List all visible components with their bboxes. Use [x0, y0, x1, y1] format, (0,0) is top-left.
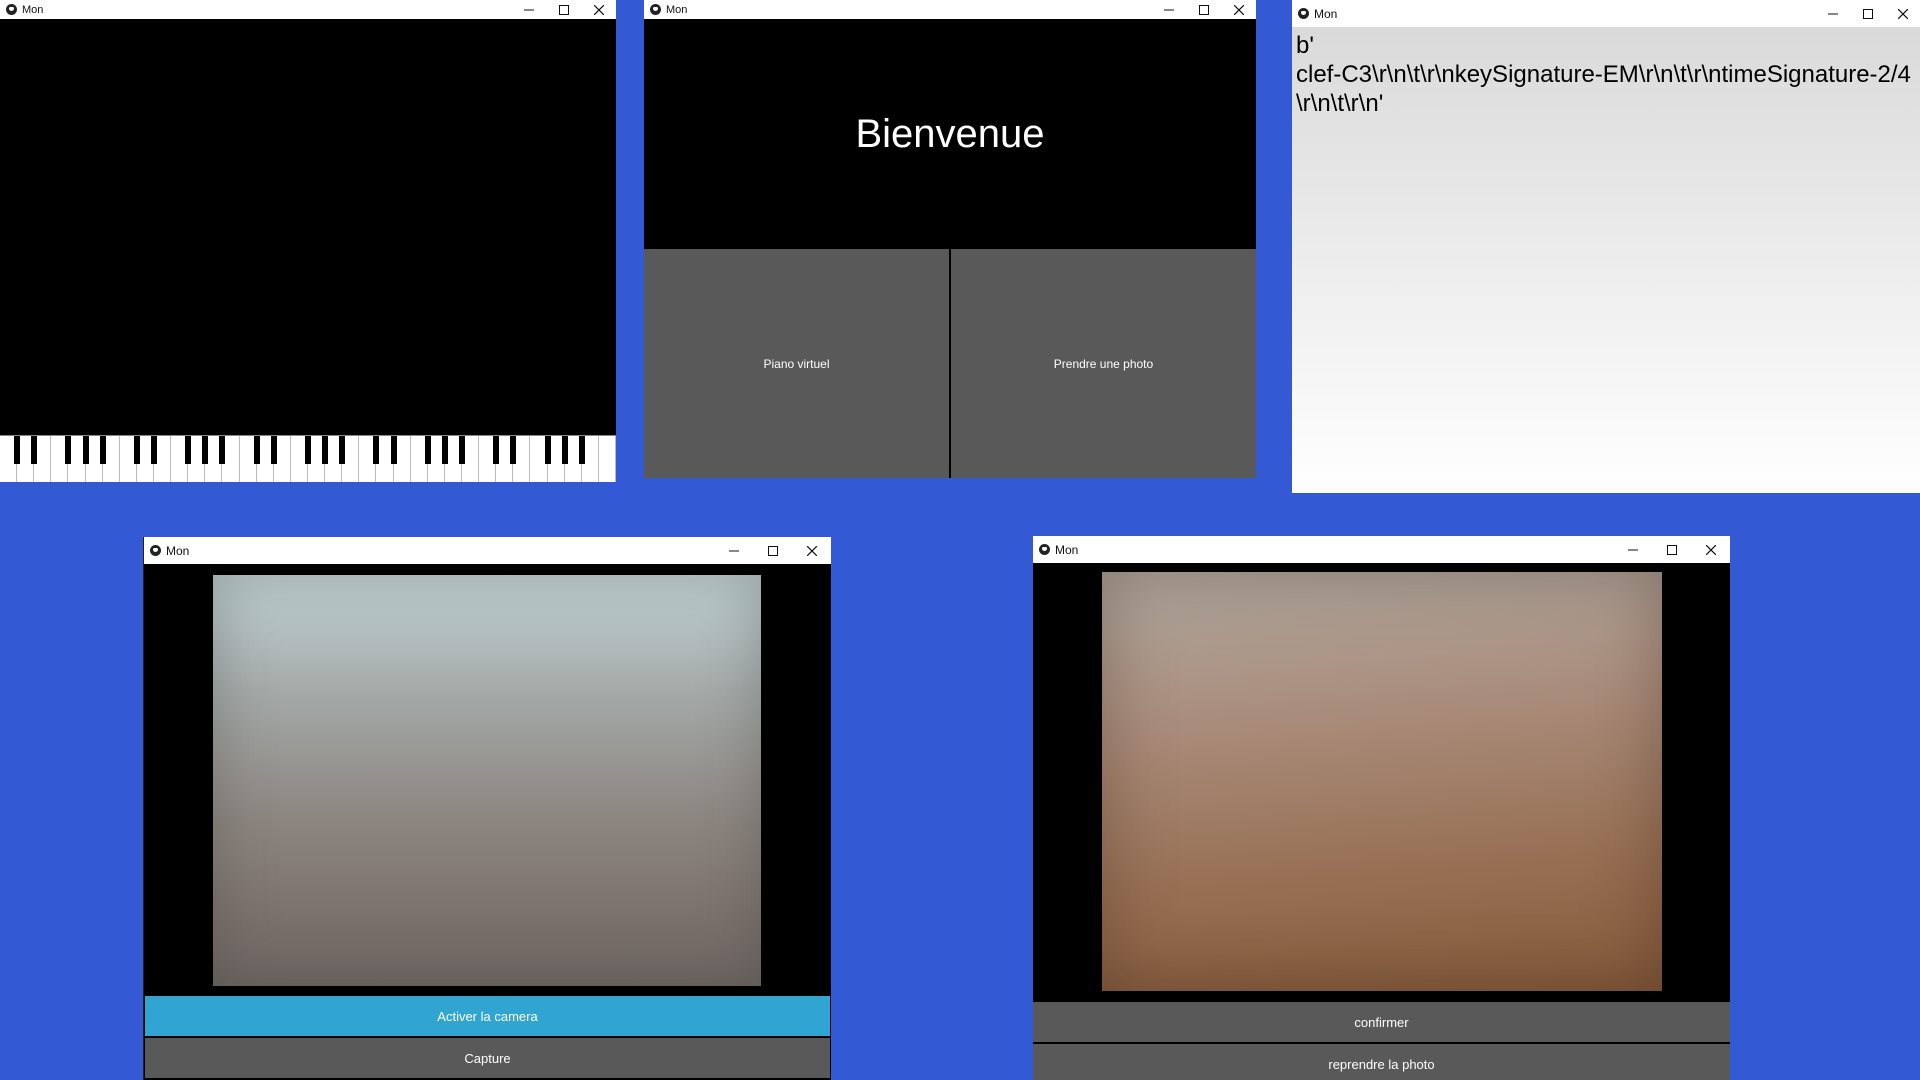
maximize-icon — [1862, 8, 1873, 19]
virtual-piano-button[interactable]: Piano virtuel — [644, 249, 949, 478]
piano-black-key[interactable] — [270, 436, 277, 464]
piano-black-key[interactable] — [424, 436, 431, 464]
camera-window: Mon Activer la camera Capture — [143, 537, 831, 1080]
output-window: Mon b' clef-C3\r\n\t\r\nkeySignature-EM\… — [1292, 0, 1920, 493]
piano-window: Mon — [0, 0, 616, 482]
close-button[interactable] — [1691, 536, 1730, 563]
piano-canvas — [0, 19, 616, 482]
captured-photo — [1102, 572, 1662, 991]
piano-black-key[interactable] — [185, 436, 192, 464]
maximize-icon — [1198, 4, 1209, 15]
close-button[interactable] — [1885, 0, 1920, 27]
confirm-button[interactable]: confirmer — [1033, 1002, 1730, 1042]
home-window: Mon Bienvenue Piano virtuel Prendre une … — [644, 0, 1256, 478]
app-icon — [150, 545, 161, 556]
app-icon — [650, 4, 661, 15]
retake-photo-button[interactable]: reprendre la photo — [1033, 1044, 1730, 1080]
piano-black-key[interactable] — [99, 436, 106, 464]
title-bar[interactable]: Mon — [1033, 536, 1730, 563]
window-title: Mon — [666, 3, 688, 16]
piano-black-key[interactable] — [459, 436, 465, 464]
piano-black-key[interactable] — [202, 436, 209, 464]
piano-black-key[interactable] — [82, 436, 89, 464]
close-icon — [806, 545, 817, 556]
piano-black-key[interactable] — [151, 436, 157, 464]
camera-preview — [213, 575, 761, 986]
piano-black-key[interactable] — [253, 436, 260, 464]
minimize-button[interactable] — [511, 0, 546, 19]
app-icon — [1298, 8, 1309, 19]
minimize-button[interactable] — [1815, 0, 1850, 27]
close-button[interactable] — [792, 537, 831, 564]
minimize-icon — [728, 550, 739, 551]
minimize-button[interactable] — [1151, 0, 1186, 19]
close-button[interactable] — [581, 0, 616, 19]
piano-black-key[interactable] — [31, 436, 38, 464]
recognition-output-text: b' clef-C3\r\n\t\r\nkeySignature-EM\r\n\… — [1296, 32, 1911, 117]
close-button[interactable] — [1221, 0, 1256, 19]
piano-black-key[interactable] — [14, 436, 21, 464]
title-bar[interactable]: Mon — [1292, 0, 1920, 27]
piano-black-key[interactable] — [578, 436, 585, 464]
piano-white-key[interactable] — [599, 436, 616, 482]
piano-keyboard[interactable] — [0, 435, 616, 482]
window-title: Mon — [166, 543, 190, 558]
confirm-photo-window: Mon confirmer reprendre la photo — [1033, 536, 1730, 1080]
piano-black-key[interactable] — [322, 436, 329, 464]
maximize-icon — [767, 545, 778, 556]
minimize-icon — [523, 9, 534, 10]
close-icon — [1897, 8, 1908, 19]
maximize-button[interactable] — [1186, 0, 1221, 19]
maximize-button[interactable] — [1652, 536, 1691, 563]
maximize-icon — [1666, 544, 1677, 555]
capture-button[interactable]: Capture — [145, 1038, 830, 1078]
piano-black-key[interactable] — [339, 436, 346, 464]
title-bar[interactable]: Mon — [0, 0, 616, 19]
title-bar[interactable]: Mon — [144, 537, 831, 564]
close-icon — [1233, 4, 1244, 15]
maximize-icon — [558, 4, 569, 15]
close-icon — [1705, 544, 1716, 555]
take-photo-button[interactable]: Prendre une photo — [951, 249, 1256, 478]
window-title: Mon — [1314, 6, 1338, 21]
close-icon — [593, 4, 604, 15]
piano-black-key[interactable] — [133, 436, 140, 464]
piano-black-key[interactable] — [390, 436, 397, 464]
app-icon — [6, 4, 17, 15]
piano-black-key[interactable] — [441, 436, 448, 464]
app-icon — [1039, 544, 1050, 555]
minimize-button[interactable] — [714, 537, 753, 564]
minimize-icon — [1163, 9, 1174, 10]
minimize-icon — [1827, 13, 1838, 14]
piano-black-key[interactable] — [219, 436, 226, 464]
title-bar[interactable]: Mon — [644, 0, 1256, 19]
piano-black-key[interactable] — [561, 436, 568, 464]
minimize-icon — [1627, 549, 1638, 550]
piano-black-key[interactable] — [544, 436, 551, 464]
piano-black-key[interactable] — [373, 436, 380, 464]
window-title: Mon — [1055, 542, 1079, 557]
window-title: Mon — [22, 3, 44, 16]
maximize-button[interactable] — [546, 0, 581, 19]
maximize-button[interactable] — [1850, 0, 1885, 27]
piano-black-key[interactable] — [305, 436, 311, 464]
piano-black-key[interactable] — [510, 436, 517, 464]
minimize-button[interactable] — [1613, 536, 1652, 563]
maximize-button[interactable] — [753, 537, 792, 564]
activate-camera-button[interactable]: Activer la camera — [145, 996, 830, 1036]
piano-black-key[interactable] — [65, 436, 72, 464]
welcome-heading: Bienvenue — [855, 111, 1045, 156]
piano-black-key[interactable] — [493, 436, 500, 464]
